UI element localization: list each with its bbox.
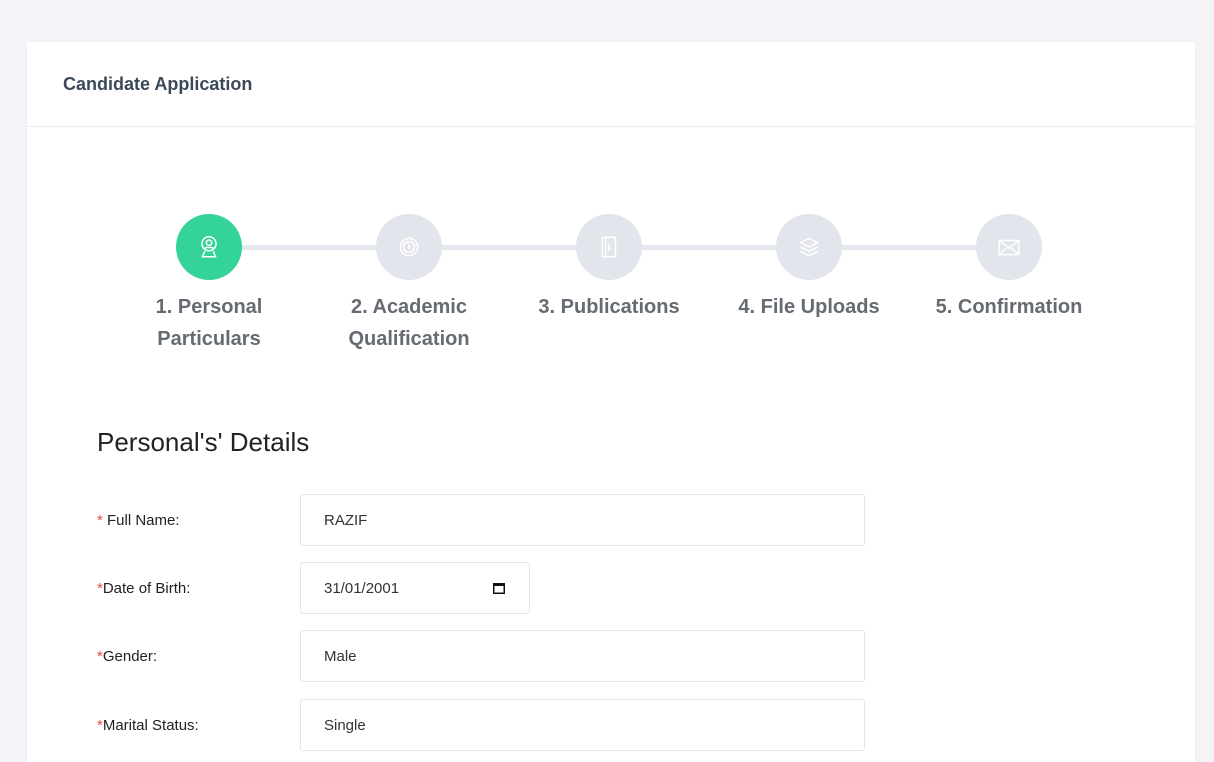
page-title: Candidate Application	[63, 73, 253, 94]
label-text: Full Name:	[102, 511, 180, 529]
badge-icon	[399, 237, 419, 257]
step-publications[interactable]: 3. Publications	[509, 214, 709, 323]
full-name-input[interactable]: RAZIF	[300, 494, 865, 546]
envelope-icon	[998, 239, 1020, 256]
input-value: Male	[324, 647, 357, 665]
marital-status-select[interactable]: Single	[300, 699, 865, 751]
step-label: 5. Confirmation	[935, 296, 1083, 318]
gender-row: *Gender: Male	[97, 630, 897, 682]
label-text: Marital Status:	[102, 716, 199, 734]
dob-input[interactable]: 31/01/2001	[300, 562, 530, 614]
step-label: 2. Academic Qualification	[348, 296, 470, 350]
input-value: Single	[324, 716, 366, 734]
step-academic-qualification[interactable]: 2. Academic Qualification	[309, 214, 509, 355]
step-personal-particulars[interactable]: 1. Personal Particulars	[109, 214, 309, 355]
dob-row: *Date of Birth: 31/01/2001	[97, 562, 897, 614]
calendar-icon[interactable]	[492, 581, 506, 595]
step-circle	[176, 214, 242, 280]
application-card: Candidate Application 1. Personal Partic…	[27, 42, 1195, 762]
marital-status-row: *Marital Status: Single	[97, 699, 897, 751]
step-circle	[976, 214, 1042, 280]
label-text: Gender:	[102, 647, 158, 665]
gender-select[interactable]: Male	[300, 630, 865, 682]
input-value: RAZIF	[324, 511, 368, 529]
step-confirmation[interactable]: 5. Confirmation	[909, 214, 1109, 323]
step-label: 1. Personal Particulars	[155, 296, 263, 350]
step-circle	[776, 214, 842, 280]
section-title: Personal's' Details	[97, 427, 310, 457]
layers-icon	[798, 237, 820, 257]
label-text: Date of Birth:	[102, 579, 191, 597]
full-name-row: * Full Name: RAZIF	[97, 494, 897, 546]
step-file-uploads[interactable]: 4. File Uploads	[709, 214, 909, 323]
full-name-label: * Full Name:	[97, 512, 300, 529]
gender-label: *Gender:	[97, 648, 300, 665]
step-circle	[376, 214, 442, 280]
step-circle	[576, 214, 642, 280]
input-value: 31/01/2001	[324, 579, 400, 597]
document-icon	[601, 236, 617, 258]
marital-status-label: *Marital Status:	[97, 717, 300, 734]
card-header: Candidate Application	[27, 42, 1195, 127]
dob-label: *Date of Birth:	[97, 580, 300, 597]
user-icon	[201, 235, 217, 258]
wizard-steps: 1. Personal Particulars 2. Academic Qual…	[27, 127, 1195, 367]
step-label: 4. File Uploads	[738, 296, 880, 318]
step-label: 3. Publications	[538, 296, 680, 318]
